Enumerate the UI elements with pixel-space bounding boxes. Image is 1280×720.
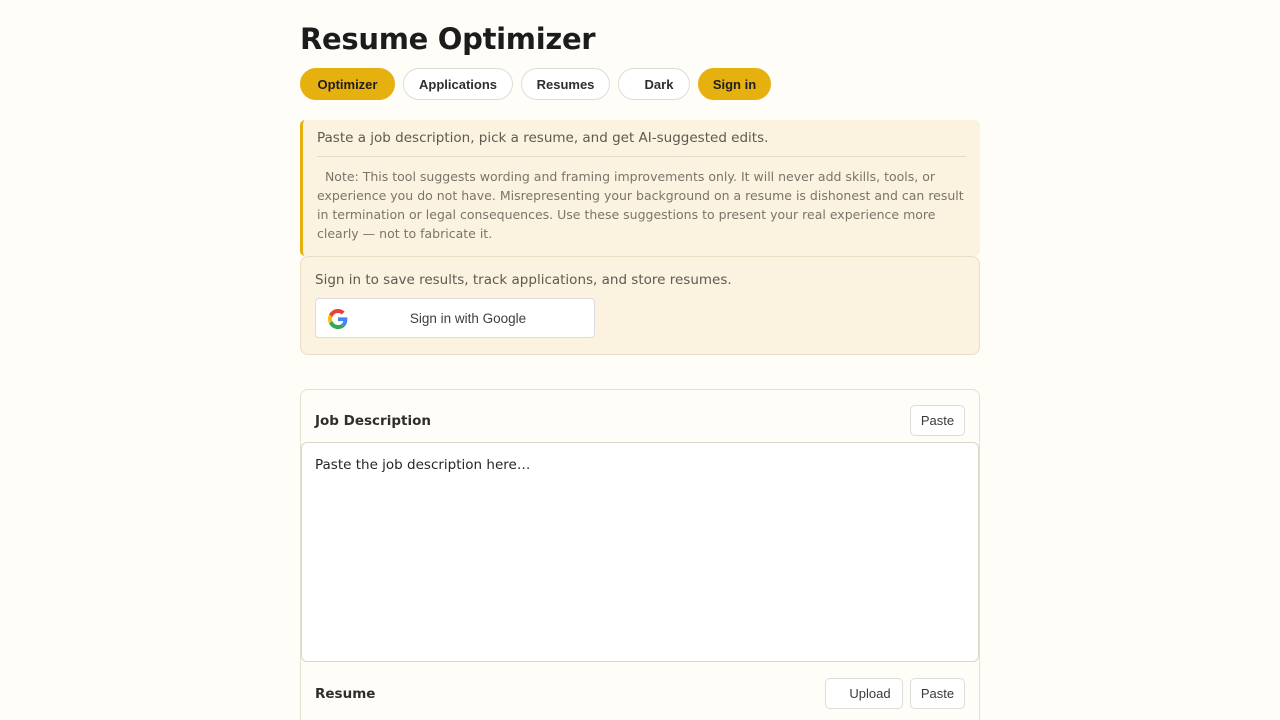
dark-mode-toggle[interactable]: Dark	[618, 68, 690, 100]
resume-label: Resume	[315, 686, 376, 702]
dark-mode-label: Dark	[644, 76, 674, 92]
notice-intro: Paste a job description, pick a resume, …	[317, 130, 769, 146]
google-signin-label: Sign in with Google	[409, 310, 527, 326]
page-title: Resume Optimizer	[300, 22, 596, 56]
top-nav: Optimizer Applications Resumes Dark Sign…	[300, 68, 779, 100]
tab-optimizer[interactable]: Optimizer	[300, 68, 395, 100]
paste-resume-button[interactable]: Paste	[910, 678, 965, 709]
paste-job-description-button[interactable]: Paste	[910, 405, 965, 436]
job-description-label: Job Description	[315, 413, 431, 429]
tab-applications[interactable]: Applications	[403, 68, 513, 100]
notice-warning: Note: This tool suggests wording and fra…	[317, 169, 968, 241]
tab-resumes[interactable]: Resumes	[521, 68, 610, 100]
job-description-input[interactable]	[301, 442, 979, 662]
google-g-icon	[328, 309, 348, 329]
sign-in-button[interactable]: Sign in	[698, 68, 771, 100]
upload-resume-button[interactable]: Upload	[825, 678, 903, 709]
upload-resume-label: Upload	[849, 686, 891, 701]
info-notice: Paste a job description, pick a resume, …	[300, 120, 980, 256]
signin-card: Sign in to save results, track applicati…	[300, 256, 980, 355]
google-signin-button[interactable]: Sign in with Google	[315, 298, 595, 338]
notice-divider	[317, 156, 966, 157]
optimizer-form: Job Description Paste Resume Upload Past…	[300, 389, 980, 720]
signin-prompt: Sign in to save results, track applicati…	[315, 272, 732, 288]
